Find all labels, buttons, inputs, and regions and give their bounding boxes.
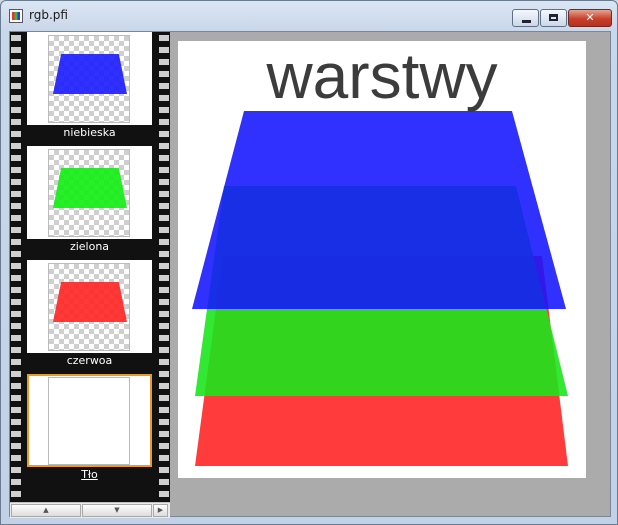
layer-label: czerwoa [66, 354, 113, 367]
layer-thumbnail-shape [53, 282, 127, 322]
layer-item-zielona[interactable]: zielona [27, 146, 152, 259]
scroll-up-button[interactable]: ▲ [11, 504, 81, 517]
arrow-down-icon: ▼ [114, 506, 120, 514]
layer-thumbnail [48, 377, 130, 465]
film-perforation-right [159, 32, 169, 502]
blue-trapezoid [192, 111, 566, 309]
layer-thumbnail [48, 35, 130, 123]
app-icon [9, 9, 23, 23]
maximize-button[interactable] [540, 9, 567, 27]
layer-card [27, 374, 152, 467]
layer-card [27, 260, 152, 353]
minimize-button[interactable] [512, 9, 539, 27]
layer-item-niebieska[interactable]: niebieska [27, 32, 152, 145]
layer-item-tlo[interactable]: Tło [27, 374, 152, 487]
close-icon: ✕ [585, 11, 595, 24]
film-perforation-left [11, 32, 21, 502]
layers-panel: niebieska zielona czerwoa Tło [10, 32, 170, 502]
layer-thumbnail [48, 149, 130, 237]
layer-shapes [192, 111, 568, 466]
layer-label: niebieska [63, 126, 116, 139]
app-window: rgb.pfi ✕ niebieska zielona czerwoa Tło … [0, 0, 618, 525]
image-canvas[interactable]: warstwy [178, 40, 586, 478]
title-bar[interactable]: rgb.pfi ✕ [1, 1, 617, 31]
layer-label: zielona [69, 240, 110, 253]
layer-thumbnail-shape [53, 54, 127, 94]
arrow-right-icon: ▶ [157, 506, 164, 514]
scroll-down-button[interactable]: ▼ [82, 504, 152, 517]
close-button[interactable]: ✕ [568, 9, 612, 27]
layer-thumbnail [48, 263, 130, 351]
layers-scrollbar[interactable]: ▲ ▼ ▶ [10, 502, 170, 518]
document-area: niebieska zielona czerwoa Tło ▲ ▼ ▶ wars… [9, 31, 611, 518]
layer-thumbnail-shape [53, 168, 127, 208]
window-title: rgb.pfi [29, 8, 68, 22]
scroll-right-button[interactable]: ▶ [153, 504, 168, 517]
layer-card [27, 32, 152, 125]
layer-card [27, 146, 152, 239]
layer-label: Tło [81, 468, 98, 481]
layer-item-czerwoa[interactable]: czerwoa [27, 260, 152, 373]
arrow-up-icon: ▲ [43, 506, 49, 514]
